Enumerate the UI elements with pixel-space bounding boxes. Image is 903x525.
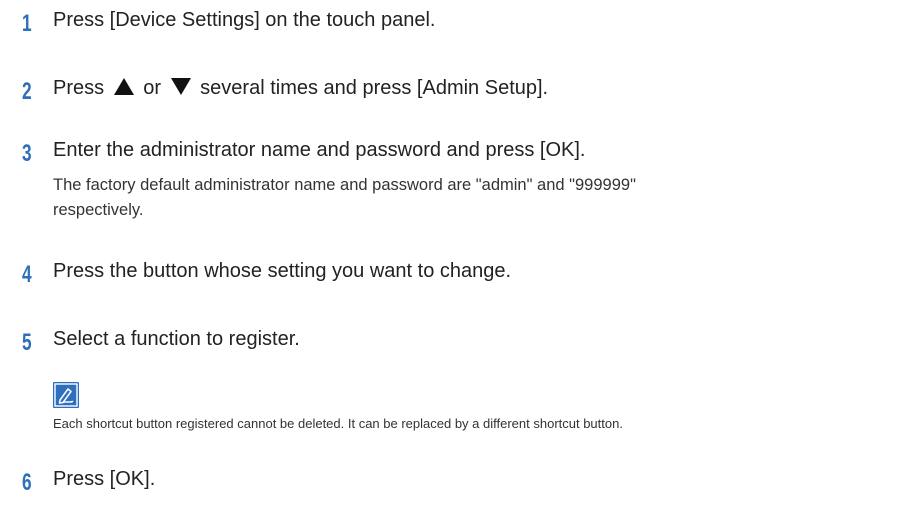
- step-text-after: several times and press [Admin Setup].: [200, 77, 549, 99]
- step-number: 5: [22, 329, 32, 356]
- step-instruction: Press [Device Settings] on the touch pan…: [53, 9, 436, 31]
- pencil-memo-icon: [53, 382, 79, 408]
- step-note-line-1: The factory default administrator name a…: [53, 176, 636, 194]
- step-number: 3: [22, 140, 32, 167]
- up-triangle-icon: [113, 78, 134, 96]
- memo-text: Each shortcut button registered cannot b…: [53, 416, 623, 431]
- step-number: 6: [22, 469, 32, 496]
- step-instruction: Press [OK].: [53, 468, 156, 490]
- step-text-before: Press: [53, 77, 105, 99]
- pencil-memo-icon-graphic: [54, 383, 78, 407]
- step-note-line-2: respectively.: [53, 201, 144, 219]
- step-instruction: Enter the administrator name and passwor…: [53, 139, 586, 161]
- step-instruction: Press or several times and press [Admin …: [53, 74, 548, 102]
- step-number: 1: [22, 10, 32, 37]
- step-number: 4: [22, 261, 32, 288]
- step-number: 2: [22, 78, 32, 105]
- step-note: The factory default administrator name a…: [53, 173, 898, 223]
- step-instruction: Select a function to register.: [53, 328, 300, 350]
- step-instruction: Press the button whose setting you want …: [53, 260, 512, 282]
- step-text-middle: or: [143, 77, 162, 99]
- down-triangle-icon: [170, 78, 191, 96]
